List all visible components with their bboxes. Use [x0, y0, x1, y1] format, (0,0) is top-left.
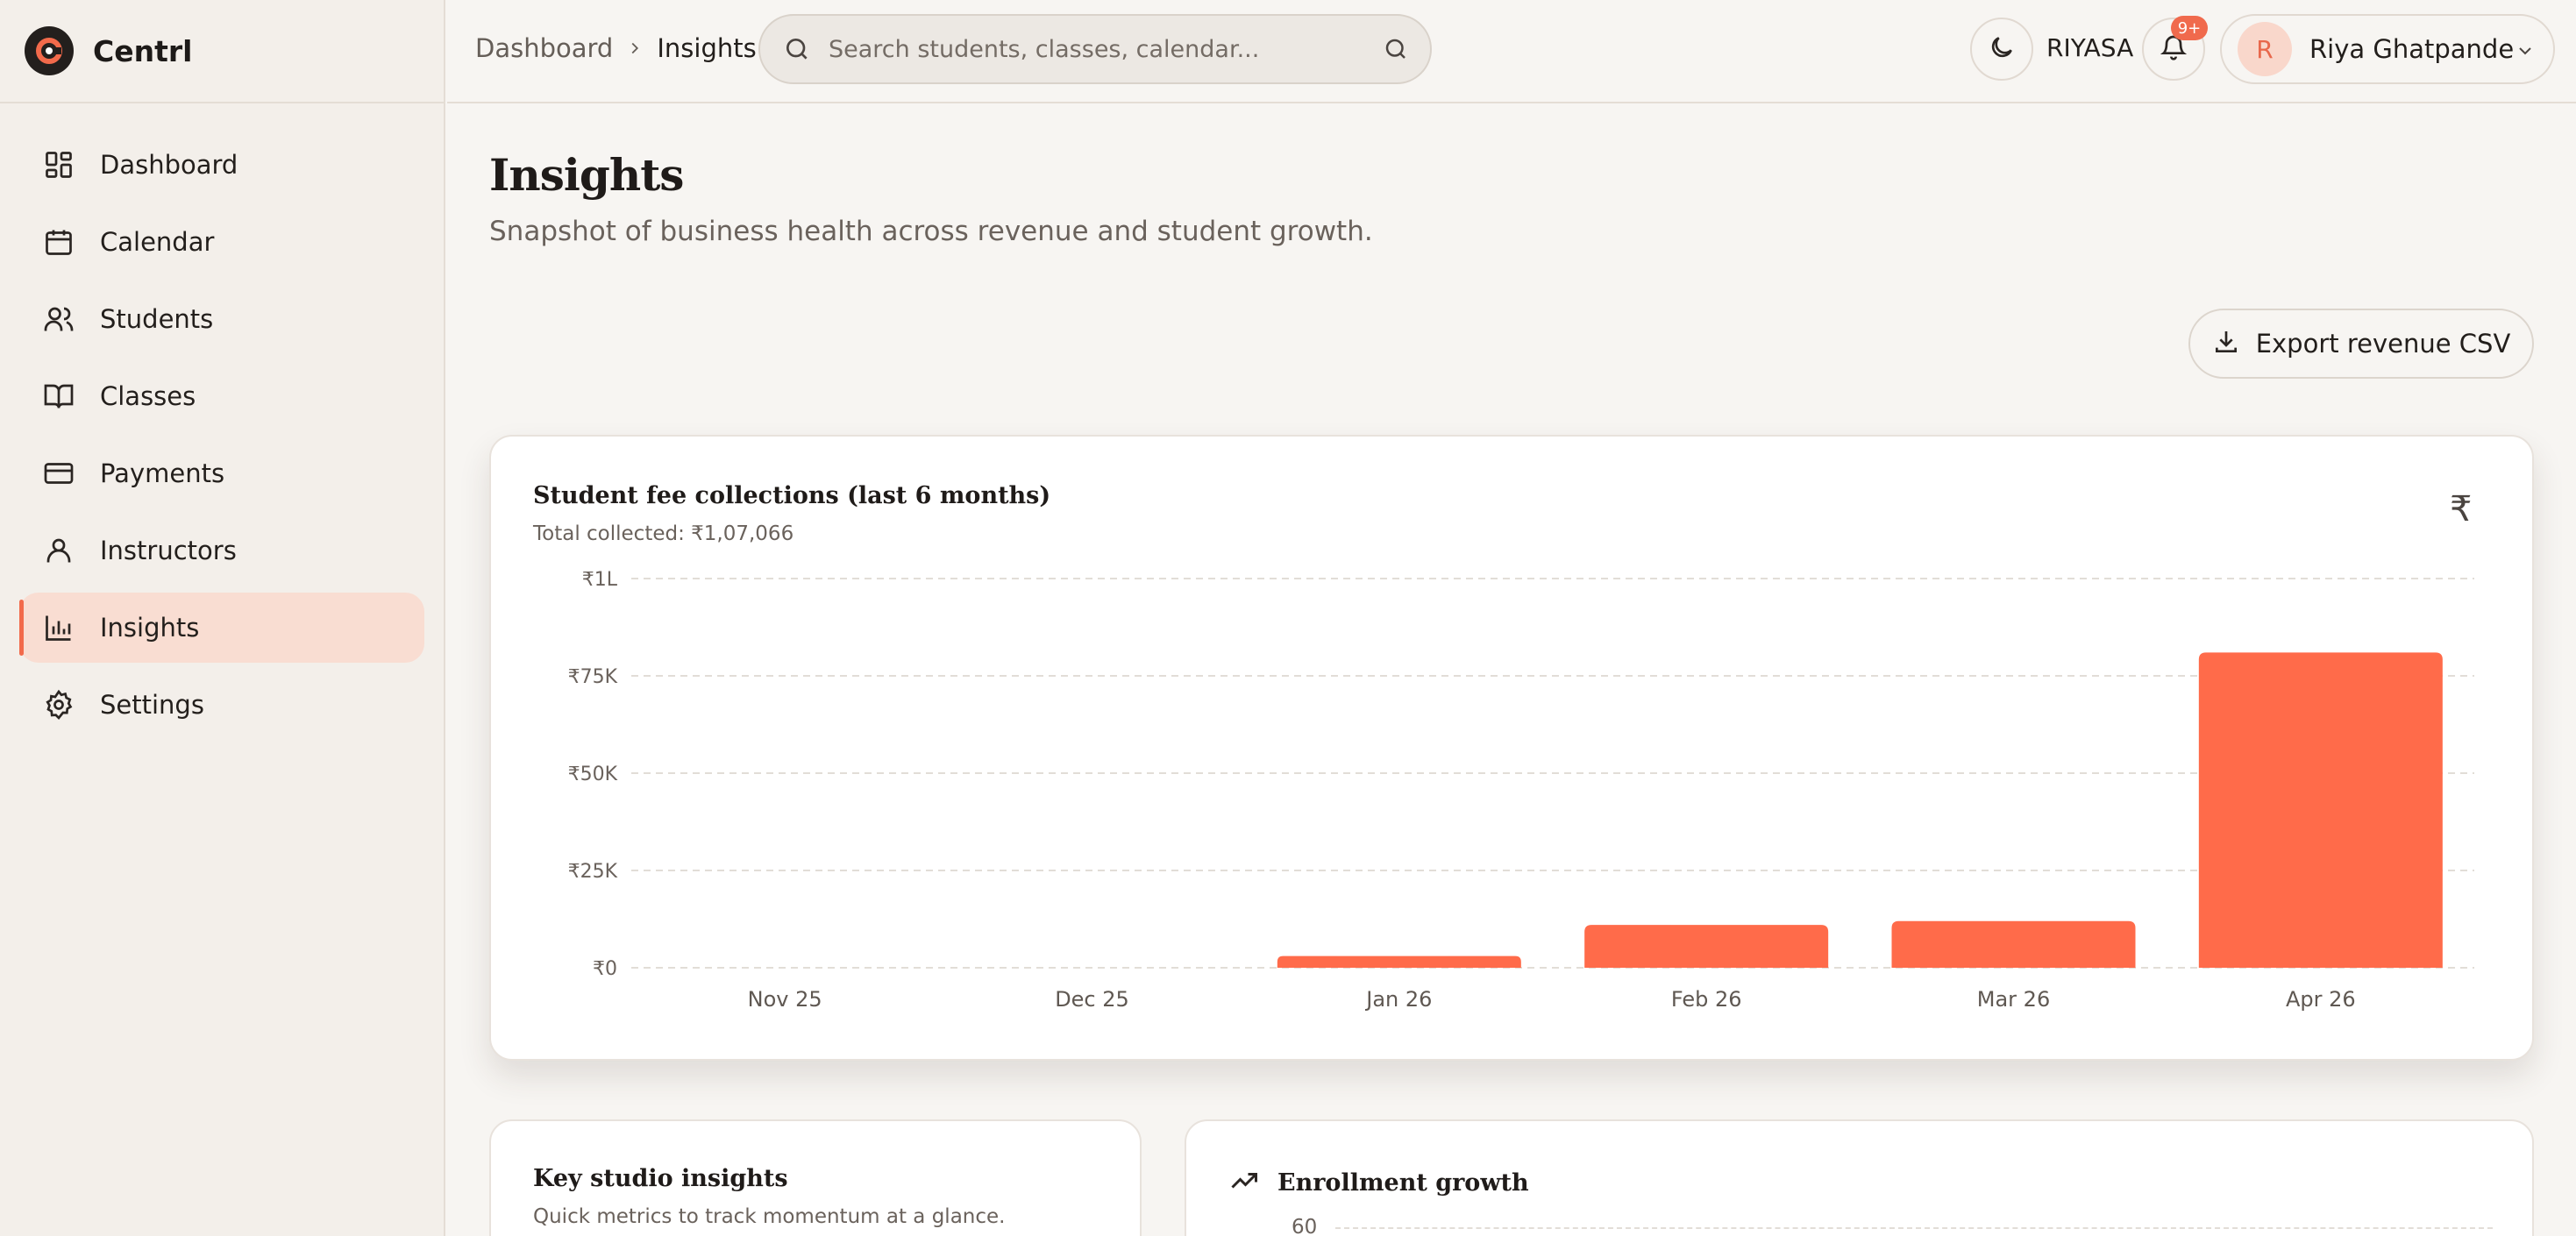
search-submit-icon[interactable] [1379, 32, 1413, 66]
page-title: Insights [489, 149, 684, 201]
revenue-bar[interactable] [1584, 925, 1829, 968]
y-tick-label: ₹75K [568, 666, 618, 688]
sidebar-item-label: Classes [100, 381, 196, 411]
chevron-down-icon [2515, 40, 2536, 65]
sidebar: Centrl Dashboard Calendar Students Class… [0, 0, 445, 1236]
credit-card-icon [42, 457, 75, 490]
insights-card-title: Key studio insights [533, 1165, 788, 1192]
sidebar-item-students[interactable]: Students [19, 284, 424, 354]
export-revenue-csv-button[interactable]: Export revenue CSV [2188, 309, 2534, 379]
users-icon [42, 302, 75, 336]
logo-icon [25, 26, 74, 75]
search-input[interactable] [829, 35, 1372, 63]
sidebar-item-label: Instructors [100, 536, 237, 565]
book-icon [42, 380, 75, 413]
brand-name: Centrl [93, 33, 193, 68]
user-icon [42, 534, 75, 567]
y-tick-label: ₹25K [568, 861, 618, 883]
sidebar-item-label: Insights [100, 613, 200, 643]
topbar: Dashboard Insights RIYASA 9+ R Riya Ghat… [447, 0, 2576, 103]
breadcrumb: Dashboard Insights [475, 33, 757, 63]
sidebar-item-settings[interactable]: Settings [19, 670, 424, 740]
sidebar-item-instructors[interactable]: Instructors [19, 515, 424, 586]
sidebar-nav: Dashboard Calendar Students Classes Paym… [0, 103, 444, 740]
sidebar-item-label: Settings [100, 690, 204, 720]
moon-icon [1988, 33, 2016, 65]
sidebar-item-classes[interactable]: Classes [19, 361, 424, 431]
breadcrumb-dashboard-link[interactable]: Dashboard [475, 33, 613, 63]
x-tick-label: Dec 25 [1055, 987, 1129, 1012]
sidebar-item-payments[interactable]: Payments [19, 438, 424, 508]
enrollment-title: Enrollment growth [1277, 1169, 1529, 1197]
avatar: R [2238, 22, 2292, 76]
x-tick-label: Apr 26 [2286, 987, 2356, 1012]
search-icon [779, 32, 815, 67]
enrollment-y-tick: 60 [1292, 1216, 1318, 1236]
revenue-bar-chart: ₹0 ₹25K ₹50K ₹75K ₹1L Nov 25 Dec 25 Jan 26 Feb 2… [568, 569, 2474, 1012]
gear-icon [42, 688, 75, 721]
y-tick-label: ₹1L [582, 569, 618, 591]
breadcrumb-current: Insights [657, 33, 757, 63]
sidebar-item-insights[interactable]: Insights [19, 593, 424, 663]
revenue-bar[interactable] [1277, 955, 1521, 968]
chevron-right-icon [625, 39, 644, 58]
dashboard-icon [42, 148, 75, 181]
revenue-card: Student fee collections (last 6 months) … [489, 435, 2534, 1061]
revenue-bar[interactable] [1891, 920, 2136, 968]
theme-toggle-button[interactable] [1970, 18, 2033, 81]
sidebar-item-calendar[interactable]: Calendar [19, 207, 424, 277]
export-label: Export revenue CSV [2255, 329, 2511, 359]
page-subtitle: Snapshot of business health across reven… [489, 216, 1373, 247]
revenue-bar[interactable] [2198, 652, 2443, 968]
sidebar-item-label: Payments [100, 458, 225, 488]
enrollment-growth-card: Enrollment growth 60 [1185, 1119, 2534, 1236]
y-tick-label: ₹50K [568, 764, 618, 785]
studio-name[interactable]: RIYASA [2046, 33, 2133, 62]
sidebar-item-label: Calendar [100, 227, 215, 257]
key-insights-card: Key studio insights Quick metrics to tra… [489, 1119, 1142, 1236]
x-tick-label: Mar 26 [1977, 987, 2050, 1012]
calendar-icon [42, 225, 75, 259]
trending-up-icon [1228, 1165, 1260, 1200]
sidebar-item-label: Students [100, 304, 214, 334]
x-tick-label: Feb 26 [1671, 987, 1742, 1012]
brand[interactable]: Centrl [0, 0, 444, 103]
y-tick-label: ₹0 [593, 958, 617, 980]
x-tick-label: Jan 26 [1364, 987, 1432, 1012]
bar-chart-icon [42, 611, 75, 644]
notification-badge: 9+ [2171, 16, 2208, 40]
x-tick-label: Nov 25 [748, 987, 822, 1012]
enrollment-gridline [1335, 1227, 2493, 1229]
enrollment-header: Enrollment growth [1228, 1165, 1529, 1200]
user-name: Riya Ghatpande [2309, 34, 2515, 64]
insights-card-subtitle: Quick metrics to track momentum at a gla… [533, 1205, 1006, 1228]
search-box [758, 14, 1432, 84]
sidebar-item-label: Dashboard [100, 150, 238, 180]
download-icon [2212, 328, 2240, 359]
user-menu-button[interactable]: R Riya Ghatpande [2220, 14, 2555, 84]
sidebar-item-dashboard[interactable]: Dashboard [19, 130, 424, 200]
